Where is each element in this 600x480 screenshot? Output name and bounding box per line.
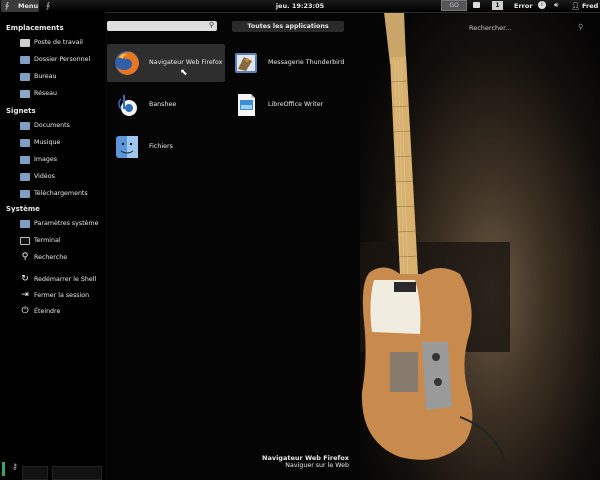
restart-shell-button[interactable]: ↻ Redémarrer le Shell <box>20 274 105 286</box>
restart-icon: ↻ <box>21 274 29 284</box>
settings-icon <box>20 220 30 228</box>
workspace-number[interactable]: 1 <box>492 1 503 10</box>
magnifier-icon: ⚲ <box>21 252 29 262</box>
user-icon[interactable]: 👤︎ <box>571 2 580 10</box>
search-label[interactable]: Rechercher... <box>469 24 511 32</box>
folder-icon <box>20 122 30 130</box>
tray-indicator <box>2 462 5 476</box>
sidebar-item-label: Fermer la session <box>34 292 90 299</box>
search-icon: ⚲ <box>208 21 214 29</box>
logout-button[interactable]: ⇥ Fermer la session <box>20 290 105 302</box>
thunderbird-icon <box>235 53 257 73</box>
tab-all-applications[interactable]: Toutes les applications <box>232 21 344 32</box>
volume-icon[interactable]: 🔊︎ <box>554 1 558 10</box>
folder-icon[interactable] <box>473 2 480 8</box>
writer-icon <box>238 94 255 116</box>
sidebar-item-label: Téléchargements <box>34 190 88 197</box>
sidebar-item-downloads[interactable]: Téléchargements <box>20 188 105 200</box>
app-name: Navigateur Web Firefox <box>149 59 223 66</box>
search-input[interactable] <box>107 21 203 31</box>
sidebar-item-label: Bureau <box>34 73 57 80</box>
sidebar-item-label: Images <box>34 156 58 163</box>
sidebar-item-label: Vidéos <box>34 173 55 180</box>
accessibility-icon[interactable]: i <box>538 1 546 9</box>
sidebar-item-network[interactable]: Réseau <box>20 88 105 100</box>
sidebar-item-videos[interactable]: Vidéos <box>20 171 105 183</box>
selected-app-description: Naviguer sur le Web <box>285 462 349 469</box>
sidebar-item-pictures[interactable]: Images <box>20 154 105 166</box>
app-thunderbird[interactable]: Messagerie Thunderbird <box>226 44 344 82</box>
search-icon: ⚲ <box>578 23 584 31</box>
app-name: Banshee <box>149 101 177 108</box>
selected-app-title: Navigateur Web Firefox <box>262 454 349 462</box>
menu-search-field[interactable]: ⚲ <box>107 21 217 31</box>
sidebar-item-settings[interactable]: Paramètres système <box>20 218 105 230</box>
sidebar-item-music[interactable]: Musique <box>20 137 105 149</box>
sidebar-item-label: Recherche <box>34 254 68 261</box>
power-icon: ⏻ <box>21 306 29 316</box>
workspace-button[interactable]: GO <box>441 0 467 11</box>
window-thumbnail[interactable] <box>22 466 48 480</box>
app-name: LibreOffice Writer <box>268 101 324 108</box>
folder-icon <box>20 190 30 198</box>
places-heading: Emplacements <box>6 24 64 32</box>
user-name[interactable]: Fred <box>582 2 598 10</box>
clock[interactable]: jeu. 19:23:05 <box>0 2 600 10</box>
sidebar-item-label: Réseau <box>34 90 57 97</box>
logout-icon: ⇥ <box>21 290 29 300</box>
sidebar-item-label: Dossier Personnel <box>34 56 91 63</box>
sidebar-item-label: Documents <box>34 122 70 129</box>
sidebar-item-computer[interactable]: Poste de travail <box>20 37 105 49</box>
sidebar-item-home[interactable]: Dossier Personnel <box>20 54 105 66</box>
app-libreoffice-writer[interactable]: LibreOffice Writer <box>226 86 344 124</box>
shutdown-button[interactable]: ⏻ Éteindre <box>20 306 105 318</box>
sidebar-item-label: Musique <box>34 139 61 146</box>
terminal-icon <box>20 237 30 245</box>
sidebar-item-search[interactable]: ⚲ Recherche <box>20 252 105 264</box>
firefox-icon <box>115 51 139 75</box>
app-name: Fichiers <box>149 143 173 150</box>
sidebar-item-documents[interactable]: Documents <box>20 120 105 132</box>
folder-icon <box>20 156 30 164</box>
sidebar-item-label: Éteindre <box>34 308 61 315</box>
network-icon <box>20 90 30 98</box>
guitar-wallpaper <box>360 12 600 480</box>
places-sidebar: Emplacements Poste de travail Dossier Pe… <box>0 12 105 480</box>
error-indicator[interactable]: Error <box>514 2 533 10</box>
computer-icon <box>20 39 30 47</box>
bookmarks-heading: Signets <box>6 107 36 115</box>
mouse-pointer-icon: ⬉ <box>180 68 188 78</box>
sidebar-item-label: Poste de travail <box>34 39 83 46</box>
system-heading: Système <box>6 205 40 213</box>
folder-icon <box>20 173 30 181</box>
sidebar-item-label: Paramètres système <box>34 220 99 227</box>
key-icon[interactable]: ⚷ <box>12 462 18 471</box>
home-folder-icon <box>20 56 30 64</box>
sidebar-item-terminal[interactable]: Terminal <box>20 235 105 247</box>
desktop-folder-icon <box>20 73 30 81</box>
app-name: Messagerie Thunderbird <box>268 59 345 66</box>
window-thumbnail[interactable] <box>52 466 102 480</box>
app-firefox[interactable]: Navigateur Web Firefox <box>107 44 225 82</box>
app-files[interactable]: Fichiers <box>107 128 225 166</box>
app-banshee[interactable]: Banshee <box>107 86 225 124</box>
sidebar-item-label: Terminal <box>34 237 61 244</box>
finder-icon <box>116 136 138 158</box>
sidebar-item-label: Redémarrer le Shell <box>34 276 97 283</box>
folder-icon <box>20 139 30 147</box>
banshee-icon <box>118 95 137 116</box>
sidebar-item-desktop[interactable]: Bureau <box>20 71 105 83</box>
